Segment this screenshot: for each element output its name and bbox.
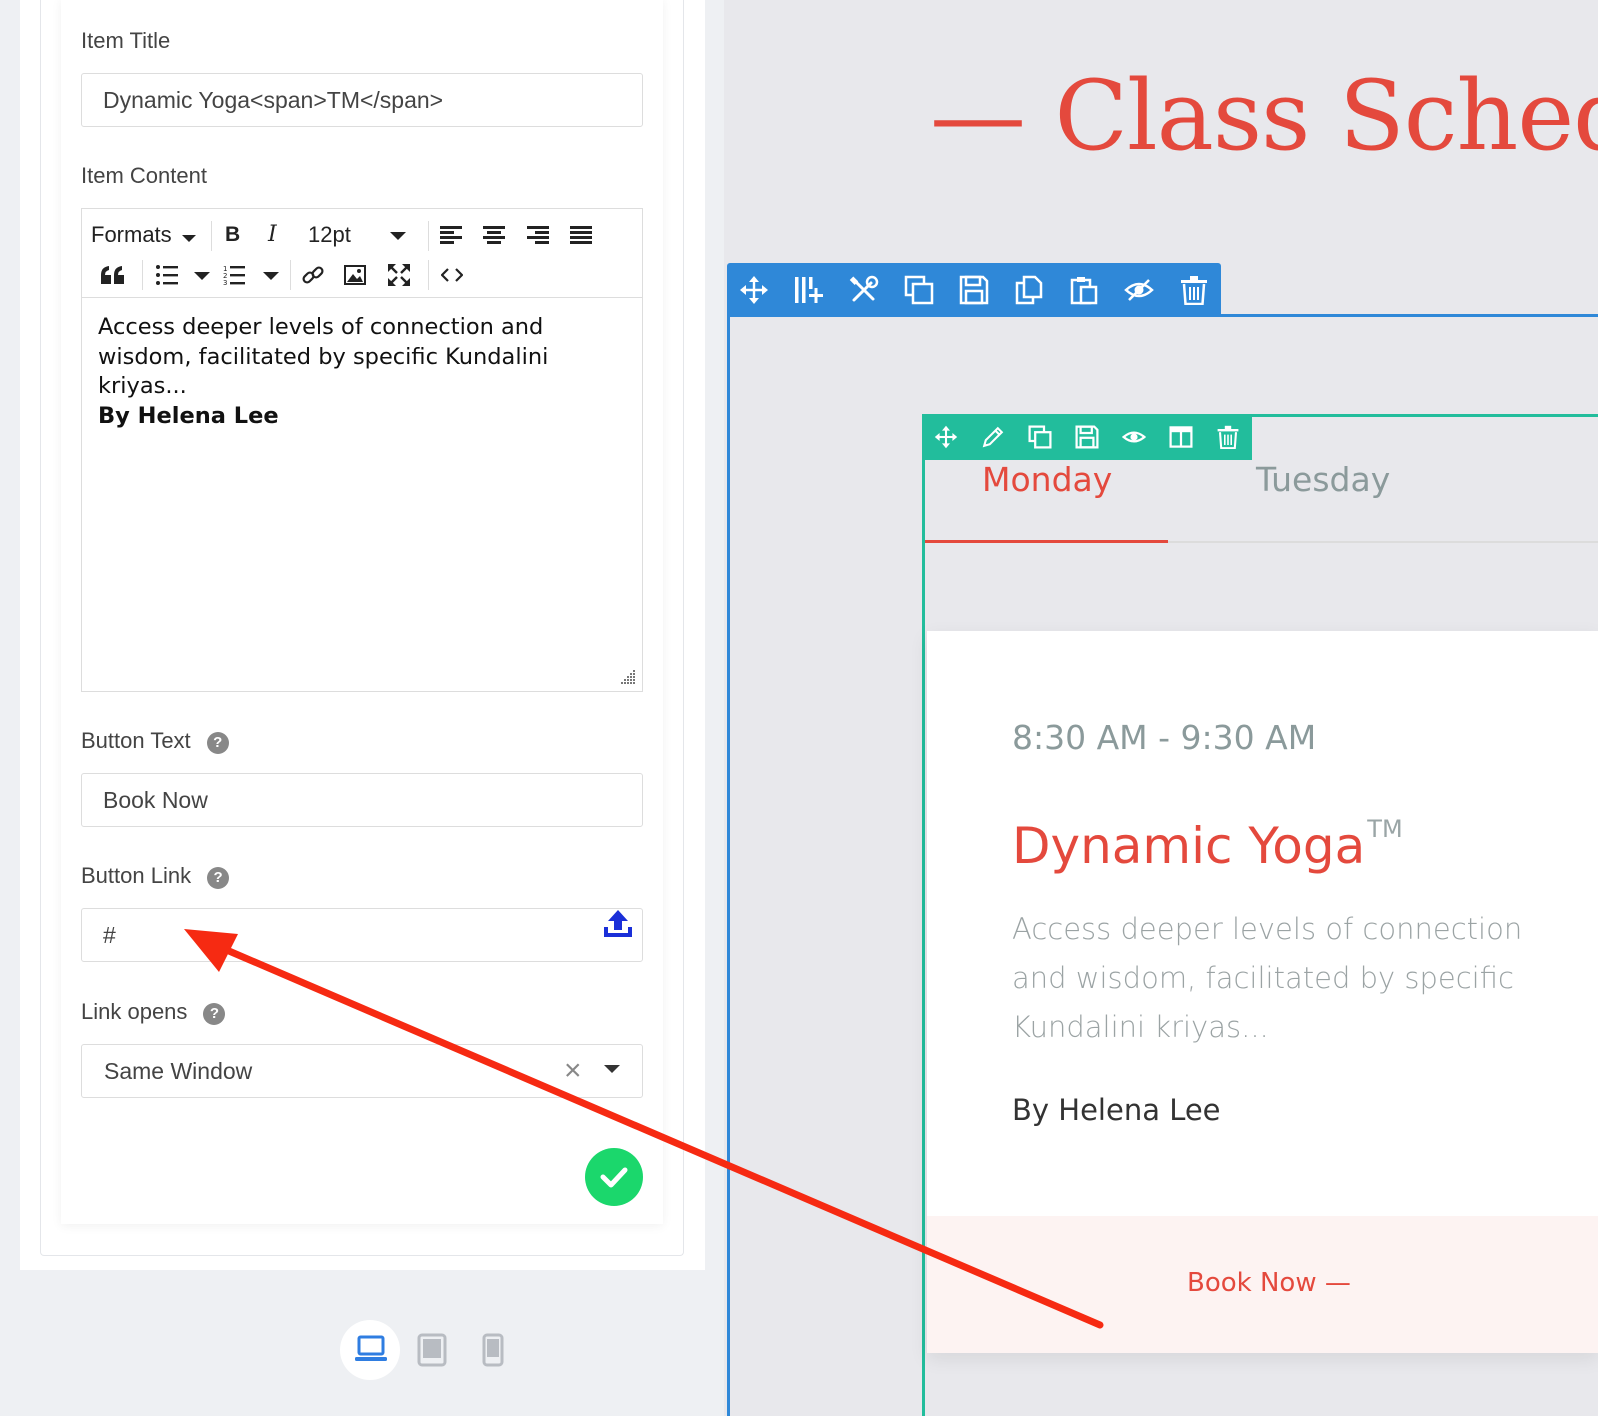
chevron-down-icon[interactable] (604, 1064, 620, 1074)
columns-icon[interactable] (1169, 425, 1193, 449)
fullscreen-icon[interactable] (388, 264, 410, 286)
trademark-mark: TM (1367, 815, 1403, 843)
chevron-down-icon[interactable] (194, 271, 210, 281)
editor-bold-line: By Helena Lee (98, 402, 279, 429)
button-text-label: Button Text? (81, 728, 229, 754)
chevron-down-icon (181, 235, 196, 242)
tab-tuesday[interactable]: Tuesday (1256, 460, 1390, 499)
paste-icon[interactable] (1069, 275, 1099, 305)
class-title-text: Dynamic Yoga (1012, 817, 1366, 875)
font-size-dropdown[interactable]: 12pt (308, 221, 351, 249)
check-icon (600, 1167, 628, 1188)
toolbar-divider (428, 260, 429, 290)
editor-paragraph: Access deeper levels of connection and w… (98, 314, 549, 399)
help-icon[interactable]: ? (206, 732, 229, 754)
trash-icon[interactable] (1216, 425, 1240, 449)
save-icon[interactable] (1075, 425, 1099, 449)
module-outline (922, 414, 925, 1416)
align-center-icon[interactable] (483, 226, 505, 244)
chevron-down-icon[interactable] (263, 271, 279, 281)
toolbar-divider (211, 221, 212, 251)
edit-icon[interactable] (981, 425, 1005, 449)
resize-handle-icon[interactable] (620, 669, 636, 685)
link-opens-label-text: Link opens (81, 999, 188, 1024)
clear-selection-icon[interactable]: × (564, 1056, 582, 1086)
class-description: Access deeper levels of connection and w… (1012, 912, 1523, 1044)
align-justify-icon[interactable] (570, 226, 592, 244)
link-opens-select[interactable]: Same Window (81, 1044, 643, 1098)
button-link-label: Button Link? (81, 863, 230, 889)
page-heading: — Class Sched (930, 60, 1598, 172)
tab-monday[interactable]: Monday (982, 460, 1112, 499)
align-left-icon[interactable] (440, 226, 462, 244)
module-toolbar (922, 415, 1252, 460)
tablet-icon[interactable] (417, 1333, 447, 1367)
align-right-icon[interactable] (527, 226, 549, 244)
italic-button[interactable]: I (268, 221, 277, 249)
button-text-input[interactable]: Book Now (81, 773, 643, 827)
link-opens-value: Same Window (104, 1058, 253, 1084)
button-text-label-text: Button Text (81, 728, 191, 753)
numbered-list-icon[interactable]: 123 (223, 265, 245, 285)
active-tab-indicator (925, 540, 1168, 543)
duplicate-icon[interactable] (1028, 425, 1052, 449)
bullet-list-icon[interactable] (156, 265, 178, 285)
formats-label: Formats (91, 222, 172, 247)
toolbar-divider (142, 260, 143, 290)
bold-button[interactable]: B (225, 221, 240, 249)
move-icon[interactable] (739, 275, 769, 305)
class-instructor: By Helena Lee (1012, 1093, 1221, 1127)
button-link-input[interactable]: # (81, 908, 643, 962)
help-icon[interactable]: ? (207, 867, 230, 889)
save-button[interactable] (585, 1148, 643, 1206)
item-title-label: Item Title (81, 28, 171, 53)
book-now-button[interactable]: Book Now — (1187, 1268, 1351, 1298)
laptop-icon (355, 1335, 387, 1361)
toolbar-divider (290, 260, 291, 290)
editor-toolbar: Formats B I 12pt 123 (82, 209, 642, 298)
section-toolbar (727, 263, 1221, 316)
link-opens-label: Link opens? (81, 999, 226, 1025)
chevron-down-icon[interactable] (390, 231, 406, 241)
hide-icon[interactable] (1124, 275, 1154, 305)
phone-icon[interactable] (482, 1333, 504, 1367)
editor-content[interactable]: Access deeper levels of connection and w… (98, 313, 618, 431)
settings-icon[interactable] (849, 275, 879, 305)
day-tabs: Monday Tuesday (925, 460, 1598, 544)
duplicate-icon[interactable] (904, 275, 934, 305)
source-code-icon[interactable] (441, 267, 463, 283)
item-content-label: Item Content (81, 163, 207, 188)
upload-icon[interactable] (603, 910, 633, 940)
image-icon[interactable] (344, 265, 366, 285)
save-icon[interactable] (959, 275, 989, 305)
item-title-input[interactable]: Dynamic Yoga<span>TM</span> (81, 73, 643, 127)
help-icon[interactable]: ? (203, 1003, 226, 1025)
blockquote-icon[interactable] (101, 266, 125, 284)
button-link-label-text: Button Link (81, 863, 192, 888)
svg-text:3: 3 (223, 279, 227, 285)
class-title: Dynamic YogaTM (1012, 815, 1403, 875)
move-icon[interactable] (934, 425, 958, 449)
trash-icon[interactable] (1179, 275, 1209, 305)
formats-dropdown[interactable]: Formats (91, 221, 196, 249)
copy-icon[interactable] (1014, 275, 1044, 305)
toolbar-divider (428, 221, 429, 251)
font-size-value: 12pt (308, 222, 351, 247)
visibility-icon[interactable] (1122, 425, 1146, 449)
add-column-icon[interactable] (794, 275, 824, 305)
class-time: 8:30 AM - 9:30 AM (1012, 718, 1317, 757)
rich-text-editor[interactable]: Formats B I 12pt 123 Access deeper level… (81, 208, 643, 692)
section-outline (727, 314, 730, 1416)
link-icon[interactable] (302, 264, 324, 286)
